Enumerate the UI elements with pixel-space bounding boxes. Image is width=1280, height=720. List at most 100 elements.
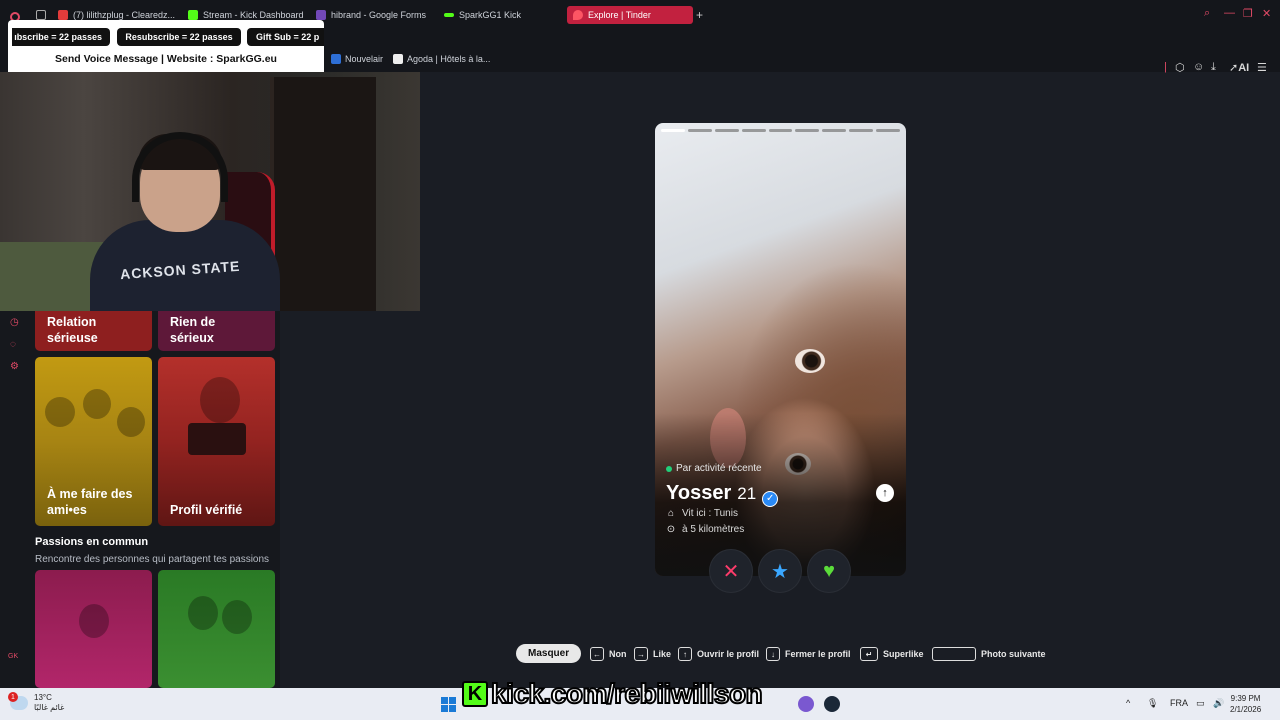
pill-resubscribe: Resubscribe = 22 passes — [117, 28, 241, 46]
card-relation-serieuse[interactable]: Relation sérieuse — [35, 311, 152, 351]
network-icon[interactable]: ▭ — [1196, 698, 1205, 709]
card-passion-2[interactable] — [158, 570, 275, 688]
photo-progress-segment — [714, 129, 739, 132]
profile-distance: ⊙ à 5 kilomètres — [666, 524, 745, 535]
pill-subscribe: ıbscribe = 22 passes — [12, 28, 110, 46]
history-icon[interactable]: ◷ — [10, 317, 19, 328]
person-head — [188, 596, 218, 630]
settings-gear-icon[interactable]: ⚙ — [10, 361, 19, 372]
agoda-icon — [393, 54, 403, 64]
windows-start-icon[interactable] — [441, 697, 456, 712]
person-head — [222, 600, 252, 634]
maximize-icon[interactable]: ❐ — [1243, 7, 1253, 20]
tinder-flame-icon — [573, 10, 583, 20]
home-icon: ⌂ — [667, 508, 675, 519]
explore-sidebar: Relation sérieuse Rien de sérieux À me f… — [30, 311, 280, 688]
volume-icon[interactable]: 🔊 — [1213, 698, 1224, 709]
account-icon[interactable]: ☺ — [1193, 61, 1204, 73]
superlike-button[interactable]: ★ — [759, 550, 801, 592]
photo-progress-segment — [822, 129, 847, 132]
masquer-button[interactable]: Masquer — [516, 644, 582, 663]
language-indicator[interactable]: FRA — [1170, 698, 1188, 708]
tray-chevron-icon[interactable]: ^ — [1126, 698, 1130, 708]
arrow-down-key-icon: ↓ — [766, 647, 780, 661]
photo-progress-segment — [741, 129, 766, 132]
friend-head — [83, 389, 111, 419]
pill-gift-sub: Gift Sub = 22 p — [247, 28, 324, 46]
tab-sparkgg-kick[interactable]: SparkGG1 Kick — [444, 6, 521, 24]
extensions-icon[interactable]: ⬡ — [1175, 61, 1185, 74]
bookmark-nouvelair[interactable]: Nouvelair — [331, 54, 383, 64]
close-window-icon[interactable]: ✕ — [1262, 7, 1271, 20]
space-key-icon — [932, 647, 976, 661]
open-profile-button[interactable]: ↑ — [876, 484, 894, 502]
temperature: 13°C — [34, 693, 52, 702]
tab-tinder[interactable]: Explore | Tinder — [567, 6, 693, 24]
arrow-up-key-icon: ↑ — [678, 647, 692, 661]
card-profil-verifie[interactable]: Profil vérifié — [158, 357, 275, 526]
webcam-feed: ACKSON STATE — [0, 72, 420, 311]
webcam-door — [270, 77, 376, 311]
download-icon[interactable]: ⤓ — [1211, 61, 1216, 74]
nouvelair-icon — [331, 54, 341, 64]
hint-open: ↑ Ouvrir le profil — [678, 644, 759, 664]
hint-close: ↓ Fermer le profil — [766, 644, 851, 664]
hint-non: ← Non — [590, 644, 627, 664]
name-row: Yosser 21 ✓ — [666, 482, 779, 507]
action-buttons: ✕ ★ ♥ — [655, 548, 906, 592]
photo-detail — [795, 349, 825, 373]
hint-like: → Like — [634, 644, 671, 664]
minimize-icon[interactable]: — — [1224, 7, 1235, 19]
activity-status: Par activité récente — [666, 463, 762, 474]
online-dot-icon — [666, 465, 672, 472]
forms-icon — [316, 10, 326, 20]
arrow-left-key-icon: ← — [590, 647, 604, 661]
person-head — [79, 604, 109, 638]
card-label: Profil vérifié — [170, 503, 243, 517]
app-icon[interactable] — [798, 696, 814, 712]
arrow-right-key-icon: → — [634, 647, 648, 661]
new-tab-button[interactable]: + — [696, 8, 703, 22]
steam-icon[interactable] — [824, 696, 840, 712]
youtube-icon — [58, 10, 68, 20]
card-passion-1[interactable] — [35, 570, 152, 688]
camera-icon — [188, 423, 246, 455]
microphone-icon[interactable]: 🎙 — [1147, 698, 1158, 709]
card-label: Rien de sérieux — [170, 315, 216, 345]
kick-icon — [444, 13, 454, 17]
enter-key-icon: ↵ — [860, 647, 878, 661]
system-clock[interactable]: 9:39 PM 2/1/2026 — [1230, 693, 1261, 715]
menu-icon[interactable]: ☰ — [1257, 61, 1267, 74]
friend-head — [45, 397, 75, 427]
weather-widget[interactable]: 1 13°C غائم غالبًا — [8, 692, 64, 713]
photo-progress-segment — [687, 129, 712, 132]
section-subtitle: Rencontre des personnes qui partagent te… — [35, 554, 270, 565]
chat-icon[interactable]: ◌ — [10, 339, 16, 350]
tab-google-forms[interactable]: hibrand - Google Forms — [316, 6, 426, 24]
photo-progress-segment — [661, 129, 685, 132]
like-button[interactable]: ♥ — [808, 550, 850, 592]
card-rien-de-serieux[interactable]: Rien de sérieux — [158, 311, 275, 351]
kick-icon — [188, 10, 198, 20]
verified-badge-icon: ✓ — [762, 490, 779, 507]
location-pin-icon: ⊙ — [666, 524, 676, 535]
bookmark-agoda[interactable]: Agoda | Hôtels à la... — [393, 54, 490, 64]
ai-button[interactable]: ➚AI — [1229, 61, 1249, 74]
profile-lives: ⌂ Vit ici : Tunis — [667, 508, 738, 519]
profile-age: 21 — [737, 484, 757, 503]
hint-superlike: ↵ Superlike — [860, 644, 924, 664]
nope-button[interactable]: ✕ — [710, 550, 752, 592]
profile-card[interactable]: Par activité récente Yosser 21 ✓ ↑ ⌂ Vit… — [655, 123, 906, 576]
photo-progress-segment — [876, 129, 901, 132]
kick-url-text: kick.com/rebiiwillson — [490, 677, 764, 710]
search-tabs-icon[interactable]: ⌕ — [1204, 7, 1210, 20]
cloud-icon: 1 — [8, 692, 28, 710]
banner-pills: ıbscribe = 22 passes Resubscribe = 22 pa… — [8, 28, 324, 48]
card-amis[interactable]: À me faire des ami•es — [35, 357, 152, 526]
notification-badge: 1 — [8, 692, 18, 702]
photo-progress-segment — [795, 129, 820, 132]
friend-head — [117, 407, 145, 437]
send-icon: ➚ — [1229, 62, 1239, 74]
voice-message-line: Send Voice Message | Website : SparkGG.e… — [55, 53, 277, 65]
rail-label: GK — [8, 653, 19, 660]
